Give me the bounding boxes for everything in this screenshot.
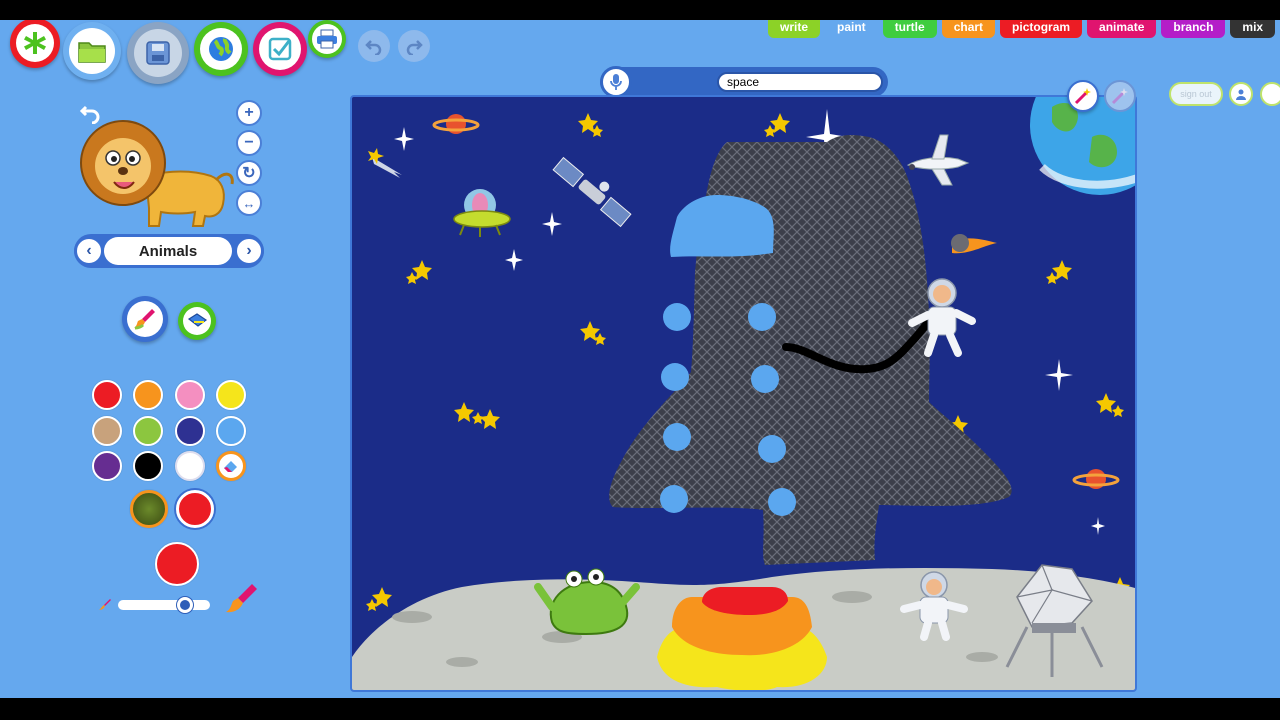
rotate-button[interactable]: ↻	[236, 160, 262, 186]
satellite-sticker	[552, 156, 632, 228]
tab-branch[interactable]: branch	[1161, 20, 1226, 38]
flip-button[interactable]: ↔	[236, 190, 262, 216]
paint-app: write paint turtle chart pictogram anima…	[0, 20, 1280, 698]
paint-canvas[interactable]	[350, 95, 1137, 692]
undo-button[interactable]	[358, 30, 390, 62]
shooting-star-sticker	[368, 148, 402, 178]
eraser-icon	[224, 461, 237, 472]
brush-icon	[134, 309, 155, 330]
color-swatch-white[interactable]	[175, 451, 205, 481]
color-swatch-tan[interactable]	[92, 416, 122, 446]
green-alien-sticker	[534, 568, 640, 636]
redo-button[interactable]	[398, 30, 430, 62]
save-icon	[146, 41, 170, 65]
zoom-out-button[interactable]: −	[236, 130, 262, 156]
new-button[interactable]	[10, 20, 60, 68]
magic-wand-icon	[1074, 88, 1091, 105]
lion-sticker-preview[interactable]	[76, 108, 236, 228]
share-button[interactable]	[194, 22, 248, 76]
folder-icon	[78, 42, 106, 63]
color-swatch-light-blue[interactable]	[216, 416, 246, 446]
chevron-right-icon: ›	[246, 242, 252, 259]
ringed-planet-sticker-2	[1072, 469, 1120, 489]
brush-size-knob[interactable]	[177, 597, 193, 613]
rocket-flame-drawing	[657, 587, 827, 690]
ufo-alien-sticker	[453, 189, 511, 237]
open-button[interactable]	[63, 22, 121, 80]
fill-tool-button[interactable]	[178, 302, 216, 340]
ringed-planet-sticker	[432, 114, 480, 134]
tab-write[interactable]: write	[768, 20, 821, 38]
new-icon	[24, 32, 46, 54]
color-swatch-pink[interactable]	[175, 380, 205, 410]
screen-bottom-bar	[0, 698, 1280, 720]
search-input[interactable]: space	[717, 72, 883, 92]
color-swatch-orange[interactable]	[133, 380, 163, 410]
color-swatch-red[interactable]	[92, 380, 122, 410]
save-button[interactable]	[127, 22, 189, 84]
search-bar: space	[600, 66, 888, 98]
user-button[interactable]	[1229, 82, 1253, 106]
tab-animate[interactable]: animate	[1087, 20, 1157, 38]
color-swatch-navy[interactable]	[175, 416, 205, 446]
zoom-in-button[interactable]: +	[236, 100, 262, 126]
sticker-tool-button[interactable]	[1067, 80, 1099, 112]
tab-chart[interactable]: chart	[941, 20, 996, 38]
brush-tool-button[interactable]	[122, 296, 168, 342]
large-brush-icon	[222, 582, 260, 621]
redo-icon	[406, 40, 423, 55]
color-picker-button[interactable]	[176, 490, 214, 528]
current-color-preview	[155, 542, 199, 586]
small-brush-icon	[98, 598, 112, 617]
check-button[interactable]	[253, 22, 307, 76]
microphone-button[interactable]	[600, 66, 632, 98]
background-wand-icon	[1111, 88, 1128, 105]
printer-icon	[317, 29, 337, 49]
print-button[interactable]	[308, 20, 346, 58]
canvas-drawing	[352, 97, 1135, 690]
user-icon	[1236, 89, 1246, 100]
mode-tabs: write paint turtle chart pictogram anima…	[768, 20, 1276, 38]
eraser-button[interactable]	[216, 451, 246, 481]
globe-icon	[209, 37, 233, 61]
fill-bucket-icon	[187, 313, 208, 327]
category-label: Animals	[104, 237, 232, 265]
brush-size-slider[interactable]	[118, 600, 210, 610]
background-tool-button[interactable]	[1104, 80, 1136, 112]
space-shuttle-sticker	[906, 134, 970, 186]
color-swatch-purple[interactable]	[92, 451, 122, 481]
tab-pictogram[interactable]: pictogram	[1000, 20, 1083, 38]
more-button[interactable]	[1260, 82, 1280, 106]
color-swatch-green[interactable]	[133, 416, 163, 446]
check-icon	[268, 37, 292, 61]
tab-turtle[interactable]: turtle	[882, 20, 937, 38]
tab-paint[interactable]: paint	[825, 20, 878, 38]
texture-picker-button[interactable]	[130, 490, 168, 528]
sign-out-button[interactable]: sign out	[1169, 82, 1223, 106]
color-swatch-yellow[interactable]	[216, 380, 246, 410]
chevron-left-icon: ‹	[86, 242, 92, 259]
comet-sticker	[951, 234, 997, 254]
category-prev-button[interactable]: ‹	[74, 236, 104, 266]
category-selector: ‹ Animals ›	[74, 234, 264, 268]
category-next-button[interactable]: ›	[234, 236, 264, 266]
undo-icon	[365, 40, 382, 55]
color-swatch-black[interactable]	[133, 451, 163, 481]
tab-mix[interactable]: mix	[1230, 20, 1276, 38]
microphone-icon	[610, 74, 622, 90]
